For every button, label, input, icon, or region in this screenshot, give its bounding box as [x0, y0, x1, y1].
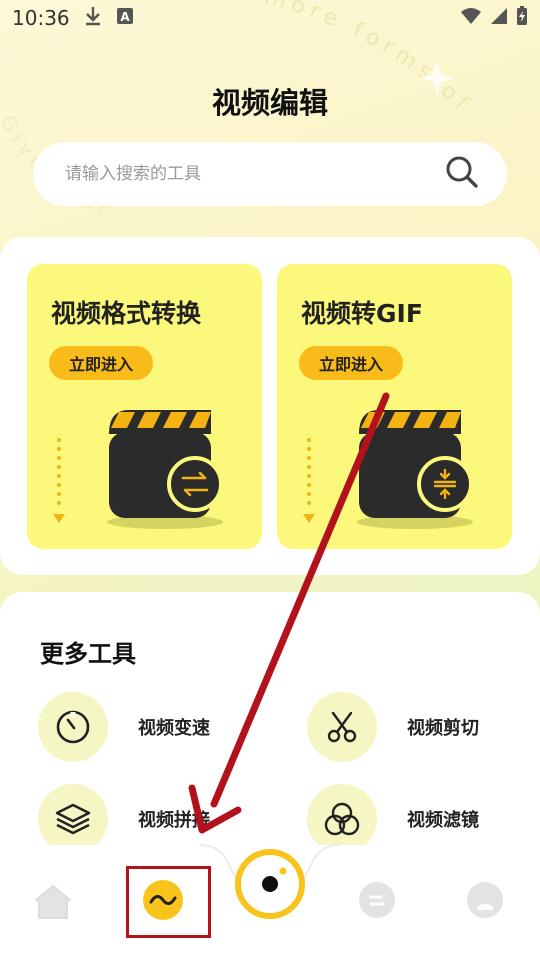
status-time: 10:36 — [12, 6, 70, 30]
status-bar: 10:36 A — [0, 0, 540, 36]
camera-ring-icon — [235, 849, 305, 919]
convert-arrows-icon — [167, 456, 223, 512]
background-decoration: res more forms of Give your — [0, 0, 471, 224]
tab-profile[interactable] — [464, 879, 506, 921]
tool-video-cut[interactable]: 视频剪切 — [307, 692, 479, 762]
clapperboard-icon — [107, 410, 223, 529]
page-title: 视频编辑 — [211, 86, 328, 120]
battery-charging-icon — [516, 6, 528, 30]
svg-text:A: A — [120, 10, 130, 24]
search-bar[interactable] — [33, 142, 507, 206]
enter-now-button[interactable]: 立即进入 — [299, 346, 404, 380]
wifi-icon — [460, 7, 482, 29]
dotted-arrow-icon — [53, 438, 65, 523]
annotation-highlight-box — [126, 866, 211, 938]
home-icon — [35, 885, 71, 919]
menu-lines-icon — [359, 882, 395, 918]
card-title: 视频格式转换 — [51, 299, 202, 328]
search-input[interactable] — [65, 164, 445, 184]
dotted-arrow-icon — [303, 438, 315, 523]
signal-icon — [490, 7, 508, 29]
enter-now-button[interactable]: 立即进入 — [49, 346, 154, 380]
a-badge-icon: A — [116, 7, 134, 30]
tab-capture[interactable] — [233, 847, 307, 921]
format-convert-card[interactable]: 视频格式转换 立即进入 — [27, 264, 262, 549]
clapperboard-icon — [357, 410, 473, 529]
scissors-icon — [307, 692, 377, 762]
bottom-tab-bar — [0, 844, 540, 960]
more-tools-title: 更多工具 — [40, 640, 136, 668]
video-to-gif-card[interactable]: 视频转GIF 立即进入 — [277, 264, 512, 549]
compress-arrows-icon — [417, 456, 473, 512]
feature-card-panel: 视频格式转换 立即进入 视频转GIF 立即进入 — [0, 237, 540, 575]
speed-timer-icon — [38, 692, 108, 762]
tool-label: 视频滤镜 — [407, 810, 479, 831]
tool-label: 视频拼接 — [138, 810, 210, 831]
search-icon[interactable] — [445, 155, 479, 193]
card-title: 视频转GIF — [301, 299, 423, 328]
tool-video-speed[interactable]: 视频变速 — [38, 692, 210, 762]
tab-menu[interactable] — [356, 879, 398, 921]
download-icon — [84, 6, 102, 31]
tab-home[interactable] — [30, 879, 76, 925]
user-icon — [467, 882, 503, 918]
tool-label: 视频剪切 — [407, 718, 479, 739]
tool-label: 视频变速 — [138, 718, 210, 739]
